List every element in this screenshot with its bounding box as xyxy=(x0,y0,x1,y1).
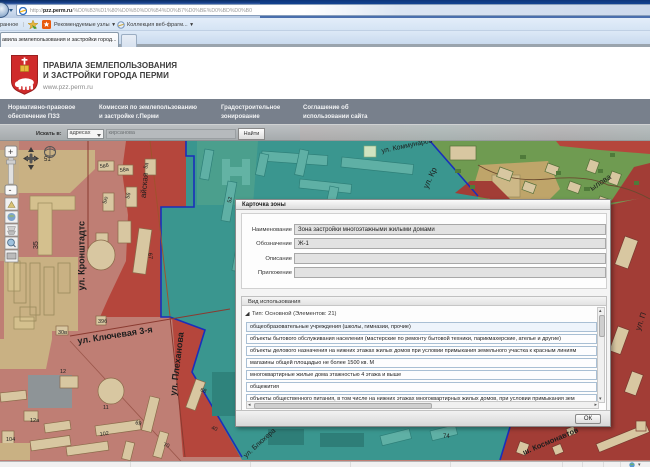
svg-text:11: 11 xyxy=(103,405,109,411)
svg-text:-: - xyxy=(9,185,12,195)
svg-text:ул. Кронштадтс: ул. Кронштадтс xyxy=(76,221,86,290)
svg-text:30в: 30в xyxy=(58,330,67,336)
svg-text:35: 35 xyxy=(33,241,40,249)
svg-text:104: 104 xyxy=(6,437,15,443)
svg-text:+: + xyxy=(8,147,13,157)
svg-text:102: 102 xyxy=(99,431,109,438)
svg-text:5в6: 5в6 xyxy=(99,163,109,170)
svg-text:12: 12 xyxy=(60,369,66,375)
svg-text:52: 52 xyxy=(227,196,234,203)
svg-text:74: 74 xyxy=(443,434,450,440)
svg-text:39б: 39б xyxy=(98,319,107,325)
svg-text:12а: 12а xyxy=(30,418,40,424)
